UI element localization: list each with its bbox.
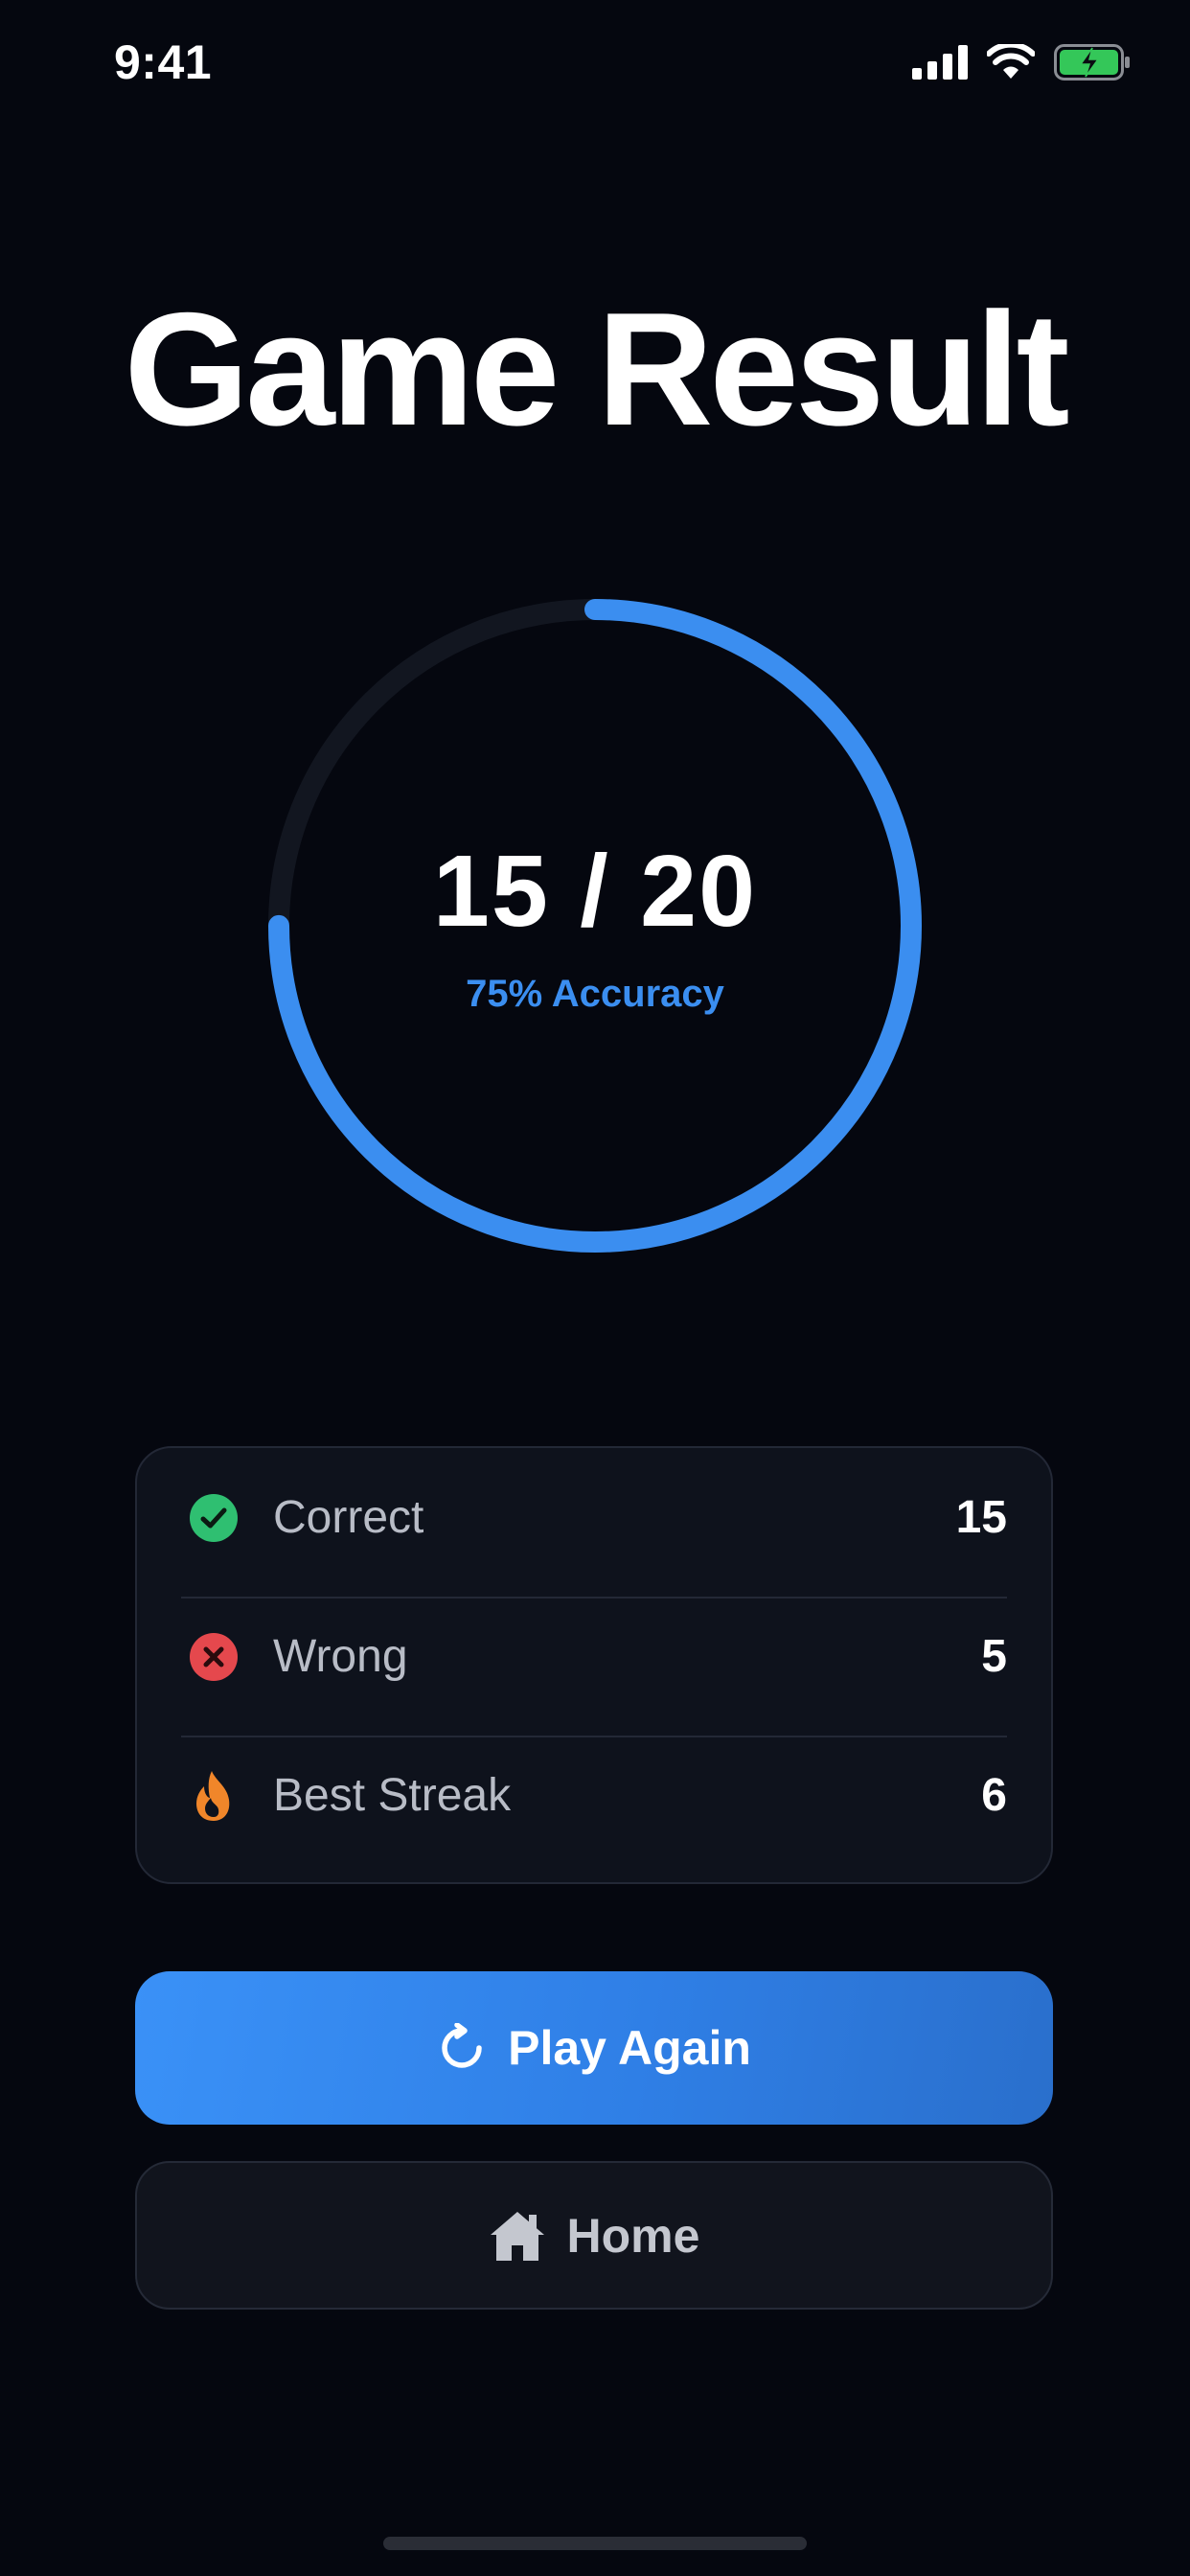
stat-label: Best Streak: [273, 1770, 512, 1821]
status-icons: [912, 44, 1131, 80]
home-indicator[interactable]: [383, 2537, 807, 2550]
home-icon: [490, 2211, 544, 2261]
stat-row-wrong: Wrong 5: [181, 1587, 1007, 1726]
cellular-signal-icon: [912, 45, 968, 80]
wifi-icon: [987, 44, 1035, 79]
play-again-label: Play Again: [508, 2021, 751, 2075]
stat-label: Wrong: [273, 1631, 408, 1682]
stat-value: 15: [955, 1492, 1007, 1543]
page-title: Game Result: [124, 279, 1069, 459]
check-circle-icon: [189, 1493, 239, 1543]
play-again-button[interactable]: Play Again: [135, 1971, 1053, 2125]
stat-label: Correct: [273, 1492, 424, 1543]
stat-value: 6: [981, 1770, 1007, 1821]
x-circle-icon: [189, 1632, 239, 1682]
home-button[interactable]: Home: [135, 2161, 1053, 2310]
stat-row-best-streak: Best Streak 6: [181, 1726, 1007, 1865]
battery-charging-icon: [1054, 44, 1130, 80]
stats-card: Correct 15 Wrong 5 Best Streak 6: [135, 1446, 1053, 1884]
score-text: 15 / 20: [432, 835, 758, 948]
refresh-icon: [442, 2023, 482, 2068]
status-time: 9:41: [114, 35, 213, 89]
stat-value: 5: [981, 1631, 1007, 1682]
accuracy-text: 75% Accuracy: [466, 973, 724, 1015]
stat-row-correct: Correct 15: [181, 1448, 1007, 1587]
flame-icon: [189, 1770, 239, 1821]
home-label: Home: [566, 2208, 700, 2263]
